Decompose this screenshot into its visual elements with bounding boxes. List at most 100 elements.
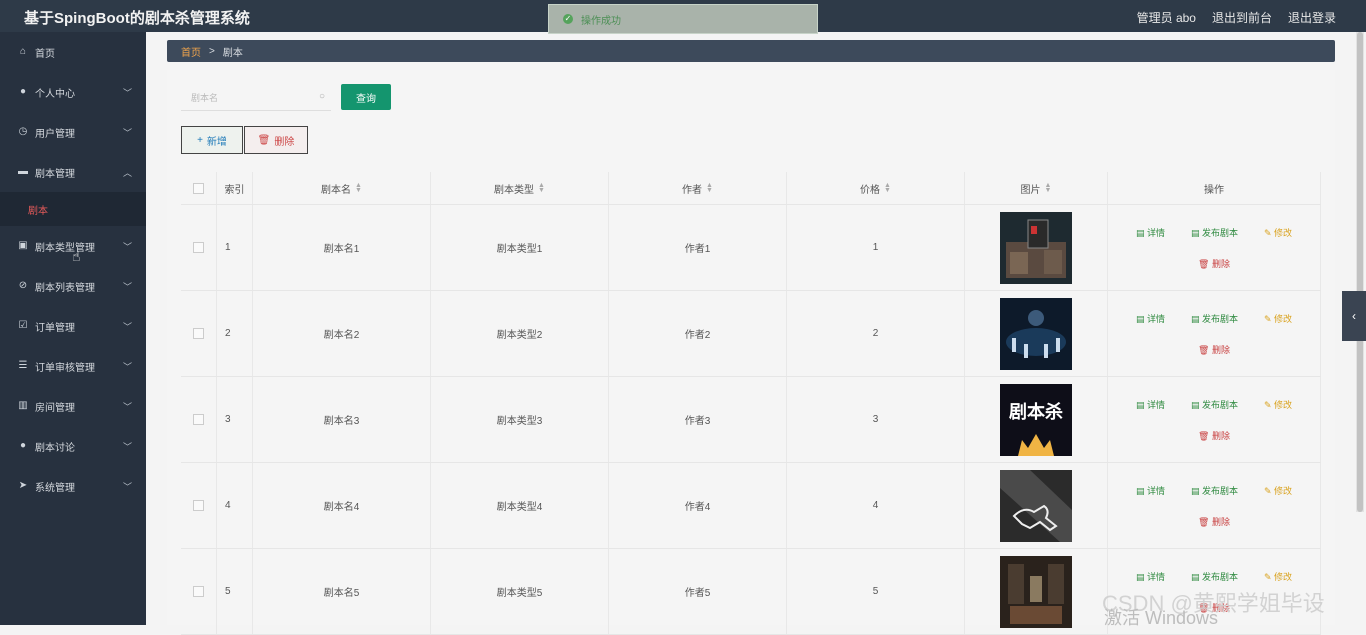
edit-button[interactable]: ✎ 修改 (1264, 398, 1292, 411)
row-delete-button[interactable]: 🗑 删除 (1198, 343, 1230, 356)
detail-button[interactable]: ▤ 详情 (1136, 570, 1165, 583)
mouse-cursor-icon: ☝ (72, 248, 81, 264)
sidebar-item-order-management[interactable]: ☑ 订单管理 ﹀ (0, 306, 146, 346)
script-thumbnail-image[interactable] (1000, 297, 1072, 370)
row-delete-button[interactable]: 🗑 删除 (1198, 257, 1230, 270)
header-index: 索引 (217, 172, 253, 204)
publish-script-button[interactable]: ▤ 发布剧本 (1191, 398, 1238, 411)
cell-price: 3 (787, 377, 965, 462)
trash-icon: 🗑 (257, 134, 271, 146)
cell-author: 作者2 (609, 291, 787, 376)
cell-author: 作者4 (609, 463, 787, 548)
cell-script-name: 剧本名2 (253, 291, 431, 376)
chevron-down-icon: ﹀ (122, 482, 132, 492)
header-script-name[interactable]: 剧本名 ▲ ▼ (253, 172, 431, 204)
scrollbar-thumb[interactable] (1357, 32, 1363, 512)
cell-script-name: 剧本名4 (253, 463, 431, 548)
row-checkbox[interactable] (193, 500, 204, 511)
sort-icon[interactable]: ▲ ▼ (884, 182, 891, 194)
chevron-down-icon: ﹀ (122, 402, 132, 412)
sidebar-item-system-management[interactable]: ➤ 系统管理 ﹀ (0, 466, 146, 506)
publish-script-button[interactable]: ▤ 发布剧本 (1191, 570, 1238, 583)
row-checkbox[interactable] (193, 328, 204, 339)
sidebar-subitem-script[interactable]: 剧本 (0, 192, 146, 226)
sidebar-item-user-management[interactable]: ◷ 用户管理 ﹀ (0, 112, 146, 152)
search-box: ○ (181, 86, 331, 111)
cell-index: 4 (217, 463, 253, 548)
cell-price: 1 (787, 205, 965, 290)
detail-button[interactable]: ▤ 详情 (1136, 398, 1165, 411)
logout-link[interactable]: 退出登录 (1288, 9, 1336, 26)
edit-button[interactable]: ✎ 修改 (1264, 570, 1292, 583)
header-author[interactable]: 作者 ▲ ▼ (609, 172, 787, 204)
script-name-search-input[interactable] (181, 86, 313, 110)
chevron-down-icon: ﹀ (122, 442, 132, 452)
query-button[interactable]: 查询 (341, 84, 391, 110)
script-thumbnail-image[interactable] (1000, 555, 1072, 628)
script-thumbnail-image[interactable]: 剧本杀 (1000, 383, 1072, 456)
sort-icon[interactable]: ▲ ▼ (355, 182, 362, 194)
sort-icon[interactable]: ▲ ▼ (538, 182, 545, 194)
send-icon: ➤ (18, 480, 28, 491)
check-icon: ✓ (563, 14, 573, 24)
sidebar: ⌂ 首页 ● 个人中心 ﹀ ◷ 用户管理 ﹀ ▬ 剧本管理 ︿ 剧本 ▣ 剧本类型管理 ﹀ ⊘ 剧本… (0, 32, 146, 625)
briefcase-icon: ▬ (18, 166, 28, 177)
table-row: 4 剧本名4 剧本类型4 作者4 4 ▤ 详情 ▤ 发布剧本 ✎ 修改 🗑 删除 (181, 463, 1321, 549)
sidebar-item-script-management[interactable]: ▬ 剧本管理 ︿ (0, 152, 146, 192)
row-delete-button[interactable]: 🗑 删除 (1198, 515, 1230, 528)
page-scrollbar[interactable] (1356, 32, 1364, 512)
detail-button[interactable]: ▤ 详情 (1136, 226, 1165, 239)
clipboard-icon: ▣ (18, 240, 28, 251)
sidebar-item-personal-center[interactable]: ● 个人中心 ﹀ (0, 72, 146, 112)
cell-index: 2 (217, 291, 253, 376)
back-to-frontend-link[interactable]: 退出到前台 (1212, 9, 1272, 26)
sidebar-item-room-management[interactable]: ▥ 房间管理 ﹀ (0, 386, 146, 426)
breadcrumb-home[interactable]: 首页 (181, 44, 201, 59)
edit-button[interactable]: ✎ 修改 (1264, 226, 1292, 239)
sort-icon[interactable]: ▲ ▼ (706, 182, 713, 194)
sort-icon[interactable]: ▲ ▼ (1045, 182, 1052, 194)
svg-text:剧本杀: 剧本杀 (1009, 401, 1063, 423)
publish-script-button[interactable]: ▤ 发布剧本 (1191, 484, 1238, 497)
cell-price: 5 (787, 549, 965, 634)
publish-script-button[interactable]: ▤ 发布剧本 (1191, 226, 1238, 239)
row-checkbox[interactable] (193, 242, 204, 253)
row-checkbox[interactable] (193, 414, 204, 425)
edit-button[interactable]: ✎ 修改 (1264, 484, 1292, 497)
table-row: 1 剧本名1 剧本类型1 作者1 1 ▤ 详情 ▤ 发布剧本 ✎ 修改 🗑 删除 (181, 205, 1321, 291)
cell-script-type: 剧本类型5 (431, 549, 609, 634)
delete-button[interactable]: 🗑 删除 (244, 126, 308, 154)
select-all-checkbox[interactable] (193, 182, 204, 194)
row-checkbox[interactable] (193, 586, 204, 597)
slash-circle-icon: ⊘ (18, 280, 28, 291)
script-thumbnail-image[interactable] (1000, 469, 1072, 542)
cell-image (965, 549, 1108, 634)
sidebar-item-order-review[interactable]: ☰ 订单审核管理 ﹀ (0, 346, 146, 386)
edit-button[interactable]: ✎ 修改 (1264, 312, 1292, 325)
sidebar-item-script-list-management[interactable]: ⊘ 剧本列表管理 ﹀ (0, 266, 146, 306)
cell-script-name: 剧本名5 (253, 549, 431, 634)
add-button[interactable]: + 新增 (181, 126, 243, 154)
cell-image (965, 291, 1108, 376)
cell-script-type: 剧本类型1 (431, 205, 609, 290)
detail-button[interactable]: ▤ 详情 (1136, 484, 1165, 497)
sidebar-item-home[interactable]: ⌂ 首页 (0, 32, 146, 72)
collapse-panel-button[interactable]: ‹ (1342, 291, 1366, 341)
chevron-down-icon: ﹀ (122, 282, 132, 292)
windows-activation-watermark: 激活 Windows (1104, 608, 1219, 628)
breadcrumb: 首页 > 剧本 (167, 40, 1335, 62)
main-content: ○ 查询 +新增 🗑删除 索引 剧本名▲▼ 剧本类型▲▼ 作者▲▼ 价格▲▼ 图… (167, 70, 1335, 635)
detail-button[interactable]: ▤ 详情 (1136, 312, 1165, 325)
cell-script-type: 剧本类型4 (431, 463, 609, 548)
header-price[interactable]: 价格 ▲ ▼ (787, 172, 965, 204)
cell-image (965, 205, 1108, 290)
admin-user-label[interactable]: 管理员 abo (1137, 9, 1196, 26)
publish-script-button[interactable]: ▤ 发布剧本 (1191, 312, 1238, 325)
header-script-type[interactable]: 剧本类型 ▲ ▼ (431, 172, 609, 204)
header-image[interactable]: 图片 ▲ ▼ (965, 172, 1108, 204)
chevron-down-icon: ﹀ (122, 242, 132, 252)
script-thumbnail-image[interactable] (1000, 211, 1072, 284)
sidebar-item-script-discussion[interactable]: ● 剧本讨论 ﹀ (0, 426, 146, 466)
row-delete-button[interactable]: 🗑 删除 (1198, 429, 1230, 442)
cell-author: 作者1 (609, 205, 787, 290)
